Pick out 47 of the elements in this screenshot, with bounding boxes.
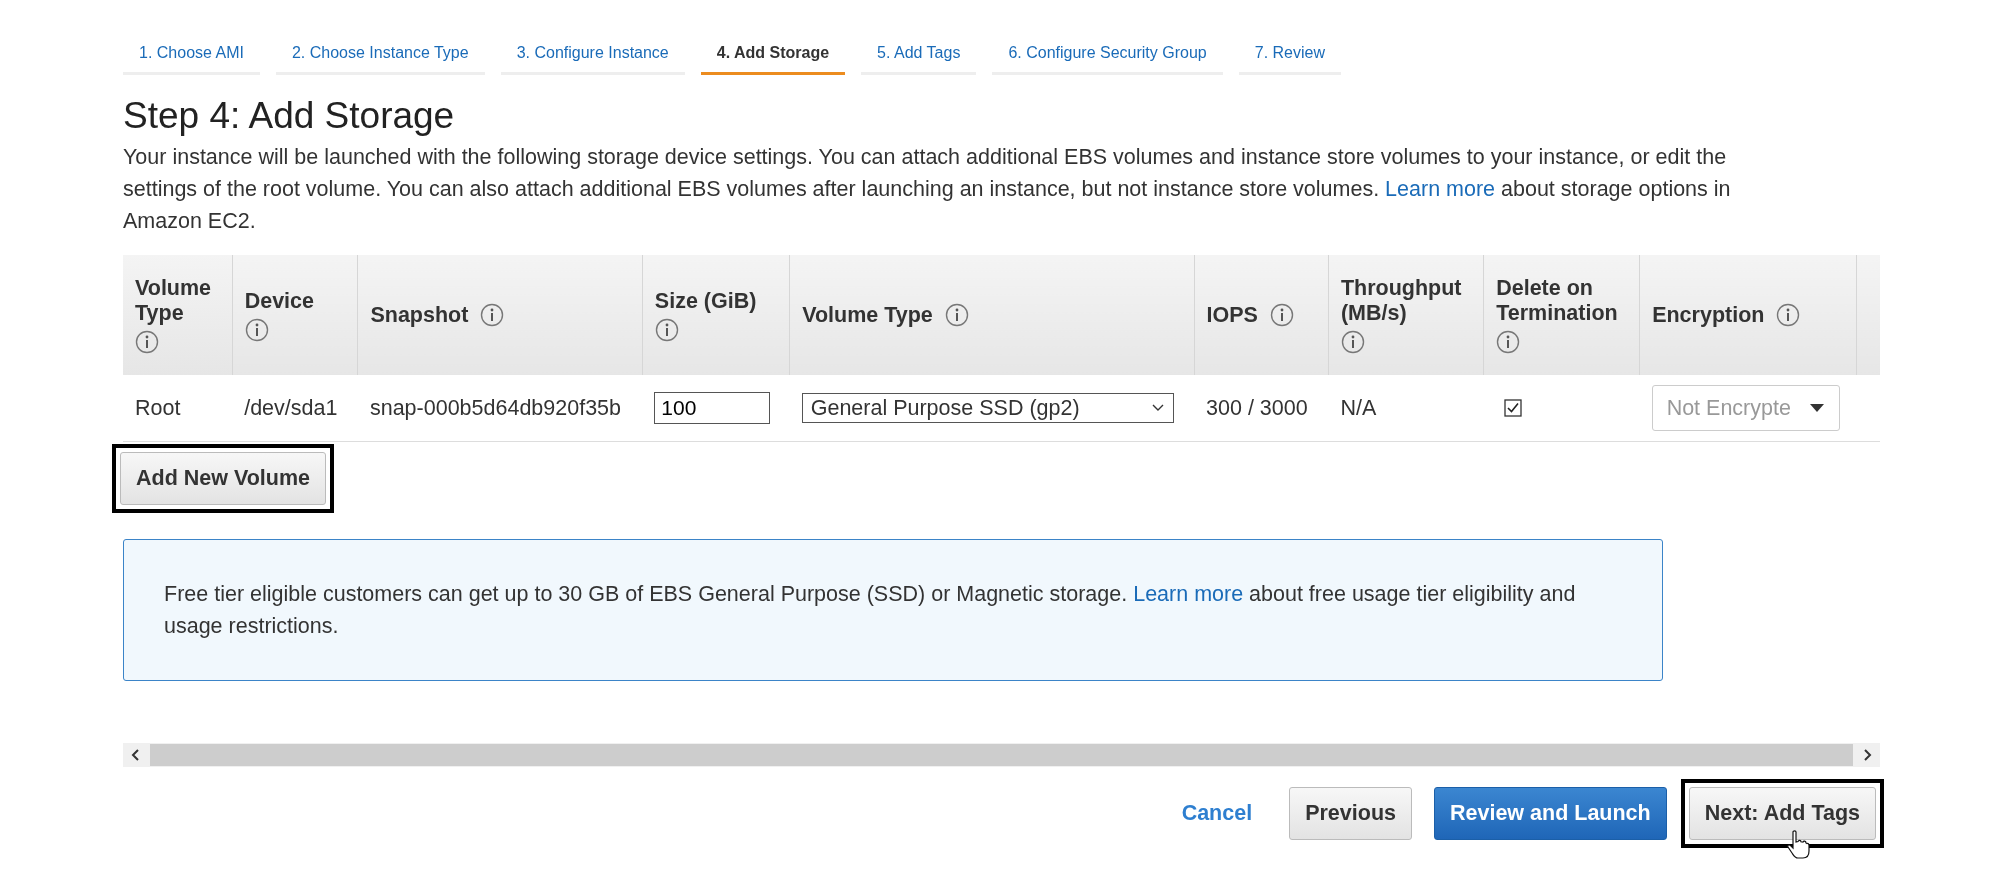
column-header: Volume Type (802, 302, 933, 328)
column-header: Throughput (MB/s) (1340, 276, 1463, 326)
wizard-step-tab[interactable]: 2. Choose Instance Type (275, 42, 485, 75)
column-header: Encryption (1652, 302, 1765, 328)
wizard-step-tab[interactable]: 6. Configure Security Group (992, 42, 1223, 75)
info-icon[interactable] (1340, 330, 1365, 354)
free-tier-text: Free tier eligible customers can get up to 30 GB of EBS General Purpose (SSD) or Magnetic storage. Learn more about free usage tier eligibility and usage restrictions. (164, 581, 1577, 640)
add-new-volume-button[interactable]: Add New Volume (120, 452, 326, 505)
scroll-right-icon[interactable] (1862, 749, 1872, 761)
description-text: Your instance will be launched with the following storage device settings. You can attach additional EBS volumes and instance store volumes to your instance, or edit the settings of the root volume. You can also attach additional EBS volumes after launching an instance, but not instance store volumes. Learn more about storage options in Amazon EC2. (123, 144, 1732, 235)
info-icon[interactable] (944, 303, 969, 327)
table-cell: 300 / 3000 (1206, 395, 1308, 420)
learn-more-link[interactable]: Learn more (1385, 177, 1496, 201)
learn-more-link[interactable]: Learn more (1133, 582, 1244, 606)
table-cell: snap-000b5d64db920f35b (369, 395, 621, 420)
page-heading: Step 4: Add Storage (123, 95, 456, 137)
info-icon[interactable] (654, 317, 679, 342)
chevron-down-icon (1150, 403, 1165, 413)
info-icon[interactable] (1496, 330, 1521, 354)
footer-button[interactable]: Review and Launch (1434, 787, 1667, 840)
cancel-link[interactable]: Cancel (1166, 788, 1268, 839)
checkbox[interactable] (1503, 399, 1522, 417)
wizard-step-tab[interactable]: 7. Review (1238, 42, 1341, 75)
wizard-step-tab[interactable]: 5. Add Tags (861, 42, 977, 75)
wizard-step-tab[interactable]: 4. Add Storage (700, 42, 846, 75)
table-cell: Root (135, 395, 181, 420)
scroll-left-icon[interactable] (131, 749, 141, 761)
wizard-step-tab[interactable]: 3. Configure Instance (500, 42, 685, 75)
info-icon[interactable] (135, 330, 159, 354)
table-cell: N/A (1340, 395, 1377, 420)
caret-down-icon (1808, 403, 1825, 413)
info-icon[interactable] (244, 317, 269, 342)
column-header: Volume Type (135, 276, 213, 326)
column-header: IOPS (1206, 302, 1258, 328)
column-header: Delete on Termination (1496, 276, 1619, 326)
footer-button[interactable]: Previous (1289, 787, 1412, 840)
info-icon[interactable] (1776, 303, 1801, 327)
column-header: Device (244, 288, 314, 314)
size-input-field[interactable]: 100 (654, 392, 771, 424)
volume-type-select[interactable]: General Purpose SSD (gp2) (801, 393, 1174, 423)
footer-button[interactable]: Next: Add Tags (1688, 787, 1876, 840)
column-header: Snapshot (370, 302, 469, 328)
wizard-step-tab[interactable]: 1. Choose AMI (123, 42, 260, 75)
table-cell: /dev/sda1 (244, 395, 338, 420)
info-icon[interactable] (1269, 303, 1294, 327)
info-icon[interactable] (480, 303, 505, 327)
column-header: Size (GiB) (654, 288, 757, 314)
